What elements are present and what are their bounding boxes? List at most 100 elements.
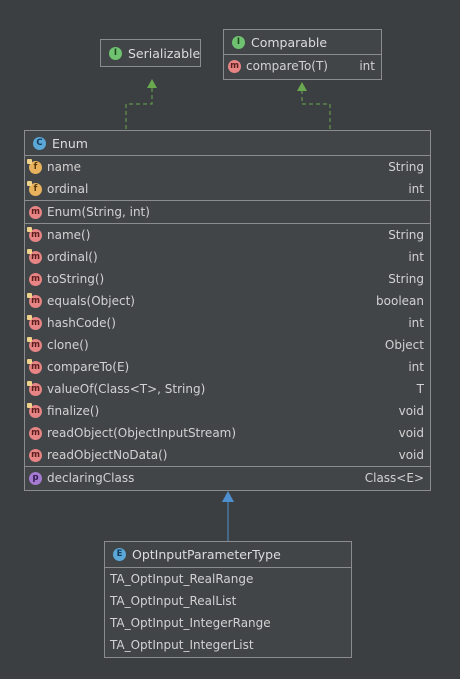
enum-class-box[interactable]: C Enum f name String f ordinal int m Enu… — [24, 130, 431, 491]
final-lock-icon — [27, 248, 32, 254]
class-name: Enum — [52, 135, 88, 151]
method-icon: m — [27, 248, 42, 264]
method-row[interactable]: m readObject(ObjectInputStream) void — [25, 422, 430, 444]
return-type: void — [398, 404, 424, 418]
method-name: name() — [47, 228, 91, 242]
property-icon: p — [29, 471, 42, 485]
method-row[interactable]: m ordinal() int — [25, 246, 430, 268]
field-row[interactable]: f ordinal int — [25, 178, 430, 200]
method-row[interactable]: m clone() Object — [25, 334, 430, 356]
final-lock-icon — [27, 180, 32, 186]
enum-constants-section: TA_OptInput_RealRange TA_OptInput_RealLi… — [105, 567, 351, 656]
return-type: int — [408, 250, 424, 264]
field-icon: f — [27, 158, 42, 174]
return-type: boolean — [376, 294, 424, 308]
field-row[interactable]: f name String — [25, 156, 430, 178]
interface-icon: I — [232, 35, 245, 49]
method-row[interactable]: m toString() String — [25, 268, 430, 290]
method-row[interactable]: m valueOf(Class<T>, String) T — [25, 378, 430, 400]
method-icon: m — [29, 272, 42, 286]
method-icon: m — [29, 205, 42, 219]
return-type: T — [416, 382, 424, 396]
method-row[interactable]: m hashCode() int — [25, 312, 430, 334]
enum-constant-row[interactable]: TA_OptInput_RealRange — [105, 568, 351, 590]
comparable-interface-box[interactable]: I Comparable m compareTo(T) int — [223, 29, 382, 80]
opt-input-parameter-type-enum-box[interactable]: E OptInputParameterType TA_OptInput_Real… — [104, 541, 352, 658]
interface-icon: I — [109, 46, 122, 60]
enum-constant: TA_OptInput_IntegerRange — [110, 616, 271, 630]
implements-comparable-arrow — [297, 82, 331, 129]
method-row[interactable]: m finalize() void — [25, 400, 430, 422]
field-icon: f — [27, 180, 42, 196]
abstract-method-icon: m — [228, 59, 241, 73]
method-icon: m — [27, 336, 42, 352]
enum-constant: TA_OptInput_RealRange — [110, 572, 254, 586]
static-marker-icon — [27, 380, 32, 386]
interface-name: Serializable — [128, 45, 201, 61]
property-name: declaringClass — [47, 471, 135, 485]
final-lock-icon — [27, 226, 32, 232]
return-type: int — [408, 316, 424, 330]
final-lock-icon — [27, 314, 32, 320]
interface-name: Comparable — [251, 34, 328, 50]
method-icon: m — [27, 358, 42, 374]
method-name: hashCode() — [47, 316, 116, 330]
method-name: ordinal() — [47, 250, 98, 264]
return-type: void — [398, 448, 424, 462]
enum-icon: E — [113, 548, 126, 561]
return-type: String — [388, 228, 424, 242]
return-type: Object — [384, 338, 424, 352]
extends-enum-arrow — [222, 491, 234, 541]
field-type: String — [388, 160, 424, 174]
methods-section: m name() String m ordinal() int m toStri… — [25, 223, 430, 466]
return-type: String — [388, 272, 424, 286]
method-name: clone() — [47, 338, 89, 352]
method-row[interactable]: m readObjectNoData() void — [25, 444, 430, 466]
property-type: Class<E> — [364, 471, 424, 485]
method-name: equals(Object) — [47, 294, 135, 308]
class-icon: C — [33, 136, 46, 150]
method-row[interactable]: m compareTo(E) int — [25, 356, 430, 378]
final-lock-icon — [27, 358, 32, 364]
method-icon: m — [27, 226, 42, 242]
method-row[interactable]: m name() String — [25, 224, 430, 246]
method-icon: m — [29, 448, 42, 462]
field-name: name — [47, 160, 82, 174]
method-row[interactable]: m equals(Object) boolean — [25, 290, 430, 312]
serializable-header: I Serializable — [101, 40, 200, 66]
method-name: readObjectNoData() — [47, 448, 168, 462]
method-icon: m — [27, 292, 42, 308]
return-type: void — [398, 426, 424, 440]
return-type: int — [359, 59, 375, 73]
field-type: int — [408, 182, 424, 196]
method-name: valueOf(Class<T>, String) — [47, 382, 206, 396]
return-type: int — [408, 360, 424, 374]
serializable-interface-box[interactable]: I Serializable — [100, 39, 201, 67]
enum-constant: TA_OptInput_RealList — [110, 594, 237, 608]
enum-constant-row[interactable]: TA_OptInput_RealList — [105, 590, 351, 612]
field-name: ordinal — [47, 182, 89, 196]
properties-section: p declaringClass Class<E> — [25, 466, 430, 489]
enum-class-header: C Enum — [25, 131, 430, 155]
final-lock-icon — [27, 402, 32, 408]
method-name: readObject(ObjectInputStream) — [47, 426, 237, 440]
method-name: finalize() — [47, 404, 100, 418]
final-lock-icon — [27, 158, 32, 164]
property-row[interactable]: p declaringClass Class<E> — [25, 467, 430, 489]
enum-constant: TA_OptInput_IntegerList — [110, 638, 254, 652]
enum-constant-row[interactable]: TA_OptInput_IntegerRange — [105, 612, 351, 634]
enum-constant-row[interactable]: TA_OptInput_IntegerList — [105, 634, 351, 656]
constructor-name: Enum(String, int) — [47, 205, 150, 219]
method-name: compareTo(E) — [47, 360, 130, 374]
method-row[interactable]: m compareTo(T) int — [224, 55, 381, 77]
final-lock-icon — [27, 336, 32, 342]
method-name: compareTo(T) — [246, 59, 328, 73]
constructors-section: m Enum(String, int) — [25, 200, 430, 223]
enum-name: OptInputParameterType — [132, 547, 281, 562]
enum-header: E OptInputParameterType — [105, 542, 351, 567]
method-name: toString() — [47, 272, 105, 286]
fields-section: f name String f ordinal int — [25, 155, 430, 200]
method-icon: m — [29, 426, 42, 440]
constructor-row[interactable]: m Enum(String, int) — [25, 201, 430, 223]
static-method-icon: m — [27, 380, 42, 396]
